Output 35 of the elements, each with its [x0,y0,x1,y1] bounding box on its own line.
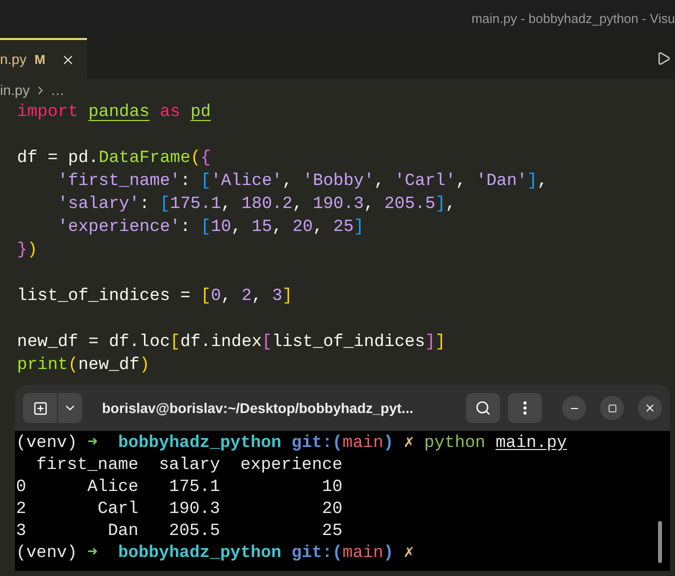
code-line: 'experience': [10, 15, 20, 25] [56,217,364,239]
code-line: import pandas as pd [17,102,211,124]
new-tab-icon [32,400,48,416]
code-line: new_df = df.loc[df.index[list_of_indices]] [17,332,446,354]
editor-tab[interactable]: n.py M [0,38,88,79]
maximize-icon [608,404,616,412]
maximize-button[interactable] [600,396,624,420]
tab-label: n.py [0,50,26,69]
terminal-line: (venv) ➜ bobbyhadz_python git:(main) ✗ [16,543,414,565]
terminal-title: borislav@borislav:~/Desktop/bobbyhadz_pyt... [102,398,414,418]
code-line: df = pd.DataFrame({ [17,148,211,170]
new-tab-button[interactable] [23,393,57,423]
close-icon [644,402,656,414]
code-line: list_of_indices = [0, 2, 3] [17,286,292,308]
terminal-line: 0 Alice 175.1 10 [16,477,342,499]
dropdown-button[interactable] [58,393,82,423]
menu-button[interactable] [508,393,542,423]
terminal-line: first_name salary experience [35,455,342,477]
breadcrumb-more[interactable]: … [50,80,65,100]
terminal-line: 2 Carl 190.3 20 [16,499,342,521]
window-title: main.py - bobbyhadz_python - Visu [471,10,675,28]
menu-icon [523,401,527,415]
modified-label: M [34,50,46,69]
run-icon[interactable] [656,51,671,66]
code-line: }) [17,240,38,262]
close-button[interactable] [638,396,662,420]
terminal-line: 3 Dan 205.5 25 [16,521,342,543]
code-line: 'salary': [175.1, 180.2, 190.3, 205.5], [56,194,456,216]
scrollbar-thumb[interactable] [658,521,662,563]
search-icon [475,400,491,416]
terminal-line: (venv) ➜ bobbyhadz_python git:(main) ✗ python main.py [16,433,568,455]
breadcrumb-file[interactable]: in.py [0,80,30,100]
code-line: 'first_name': ['Alice', 'Bobby', 'Carl', 'Dan'], [56,171,548,193]
search-button[interactable] [466,393,500,423]
code-line: print(new_df) [17,355,150,377]
